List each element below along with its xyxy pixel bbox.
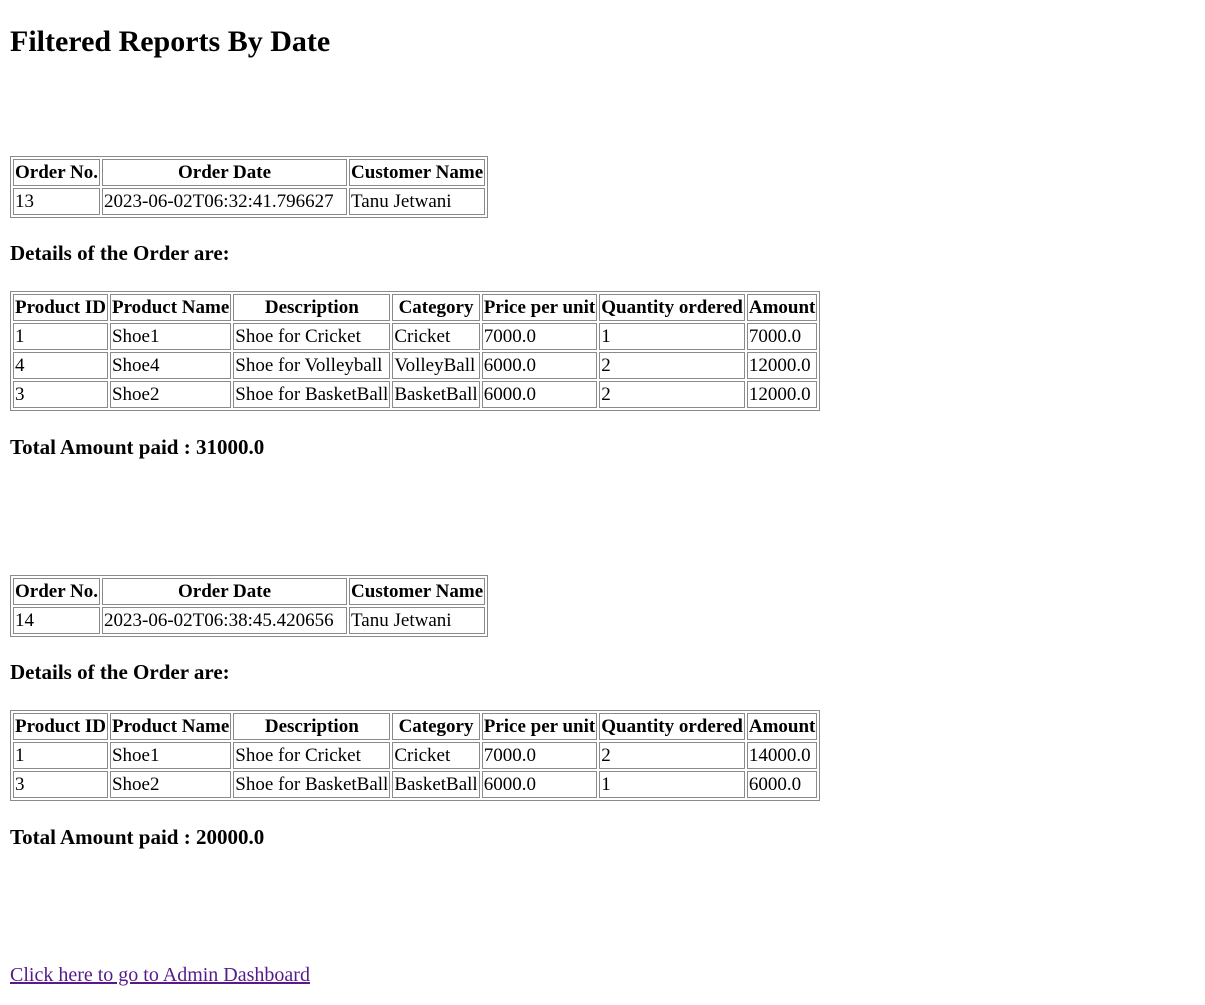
product-id-cell: 4	[13, 352, 108, 379]
table-row: 1 Shoe1 Shoe for Cricket Cricket 7000.0 …	[13, 323, 818, 350]
header-quantity-ordered: Quantity ordered	[599, 294, 745, 321]
order-summary-table: Order No. Order Date Customer Name 13 20…	[10, 156, 489, 218]
page: Filtered Reports By Date Order No. Order…	[0, 0, 1205, 987]
category-cell: VolleyBall	[392, 352, 480, 379]
header-order-date: Order Date	[102, 159, 348, 186]
table-header-row: Product ID Product Name Description Cate…	[13, 294, 818, 321]
price-cell: 6000.0	[481, 352, 598, 379]
total-amount: Total Amount paid : 31000.0	[10, 435, 265, 459]
header-description: Description	[233, 294, 391, 321]
table-header-row: Order No. Order Date Customer Name	[13, 578, 486, 605]
category-cell: Cricket	[392, 742, 480, 769]
table-row: 3 Shoe2 Shoe for BasketBall BasketBall 6…	[13, 381, 818, 408]
amount-cell: 14000.0	[746, 742, 818, 769]
header-product-id: Product ID	[13, 713, 108, 740]
header-customer-name: Customer Name	[349, 159, 486, 186]
header-price-per-unit: Price per unit	[481, 713, 598, 740]
quantity-cell: 2	[599, 352, 745, 379]
price-cell: 7000.0	[481, 323, 598, 350]
product-name-cell: Shoe1	[109, 742, 232, 769]
header-order-date: Order Date	[102, 578, 348, 605]
category-cell: Cricket	[392, 323, 480, 350]
table-row: 1 Shoe1 Shoe for Cricket Cricket 7000.0 …	[13, 742, 818, 769]
quantity-cell: 2	[599, 742, 745, 769]
order-report-14: Order No. Order Date Customer Name 14 20…	[10, 575, 1195, 849]
customer-name-cell: Tanu Jetwani	[349, 607, 486, 634]
amount-cell: 12000.0	[746, 352, 818, 379]
header-product-name: Product Name	[109, 713, 232, 740]
table-row: 13 2023-06-02T06:32:41.796627 Tanu Jetwa…	[13, 188, 486, 215]
page-title: Filtered Reports By Date	[10, 25, 331, 58]
header-price-per-unit: Price per unit	[481, 294, 598, 321]
order-no-cell: 14	[13, 607, 101, 634]
header-order-no: Order No.	[13, 159, 101, 186]
description-cell: Shoe for BasketBall	[233, 771, 391, 798]
product-id-cell: 3	[13, 381, 108, 408]
header-amount: Amount	[746, 294, 818, 321]
product-id-cell: 1	[13, 742, 108, 769]
product-name-cell: Shoe1	[109, 323, 232, 350]
product-name-cell: Shoe4	[109, 352, 232, 379]
product-name-cell: Shoe2	[109, 771, 232, 798]
header-description: Description	[233, 713, 391, 740]
amount-cell: 12000.0	[746, 381, 818, 408]
order-details-table: Product ID Product Name Description Cate…	[10, 710, 821, 801]
header-category: Category	[392, 294, 480, 321]
order-details-table: Product ID Product Name Description Cate…	[10, 291, 821, 411]
price-cell: 7000.0	[481, 742, 598, 769]
table-header-row: Product ID Product Name Description Cate…	[13, 713, 818, 740]
order-date-cell: 2023-06-02T06:38:45.420656	[102, 607, 348, 634]
order-no-cell: 13	[13, 188, 101, 215]
product-id-cell: 3	[13, 771, 108, 798]
description-cell: Shoe for Cricket	[233, 742, 391, 769]
price-cell: 6000.0	[481, 771, 598, 798]
product-id-cell: 1	[13, 323, 108, 350]
amount-cell: 6000.0	[746, 771, 818, 798]
header-quantity-ordered: Quantity ordered	[599, 713, 745, 740]
price-cell: 6000.0	[481, 381, 598, 408]
table-row: 4 Shoe4 Shoe for Volleyball VolleyBall 6…	[13, 352, 818, 379]
quantity-cell: 2	[599, 381, 745, 408]
amount-cell: 7000.0	[746, 323, 818, 350]
table-row: 14 2023-06-02T06:38:45.420656 Tanu Jetwa…	[13, 607, 486, 634]
total-amount: Total Amount paid : 20000.0	[10, 825, 265, 849]
details-heading: Details of the Order are:	[10, 241, 230, 265]
header-amount: Amount	[746, 713, 818, 740]
order-date-cell: 2023-06-02T06:32:41.796627	[102, 188, 348, 215]
quantity-cell: 1	[599, 323, 745, 350]
table-row: 3 Shoe2 Shoe for BasketBall BasketBall 6…	[13, 771, 818, 798]
quantity-cell: 1	[599, 771, 745, 798]
description-cell: Shoe for Volleyball	[233, 352, 391, 379]
category-cell: BasketBall	[392, 771, 480, 798]
header-customer-name: Customer Name	[349, 578, 486, 605]
header-category: Category	[392, 713, 480, 740]
admin-dashboard-link[interactable]: Click here to go to Admin Dashboard	[10, 964, 310, 986]
description-cell: Shoe for BasketBall	[233, 381, 391, 408]
product-name-cell: Shoe2	[109, 381, 232, 408]
header-product-id: Product ID	[13, 294, 108, 321]
order-report-13: Order No. Order Date Customer Name 13 20…	[10, 156, 1195, 459]
category-cell: BasketBall	[392, 381, 480, 408]
table-header-row: Order No. Order Date Customer Name	[13, 159, 486, 186]
header-order-no: Order No.	[13, 578, 101, 605]
customer-name-cell: Tanu Jetwani	[349, 188, 486, 215]
description-cell: Shoe for Cricket	[233, 323, 391, 350]
header-product-name: Product Name	[109, 294, 232, 321]
order-summary-table: Order No. Order Date Customer Name 14 20…	[10, 575, 489, 637]
details-heading: Details of the Order are:	[10, 660, 230, 684]
